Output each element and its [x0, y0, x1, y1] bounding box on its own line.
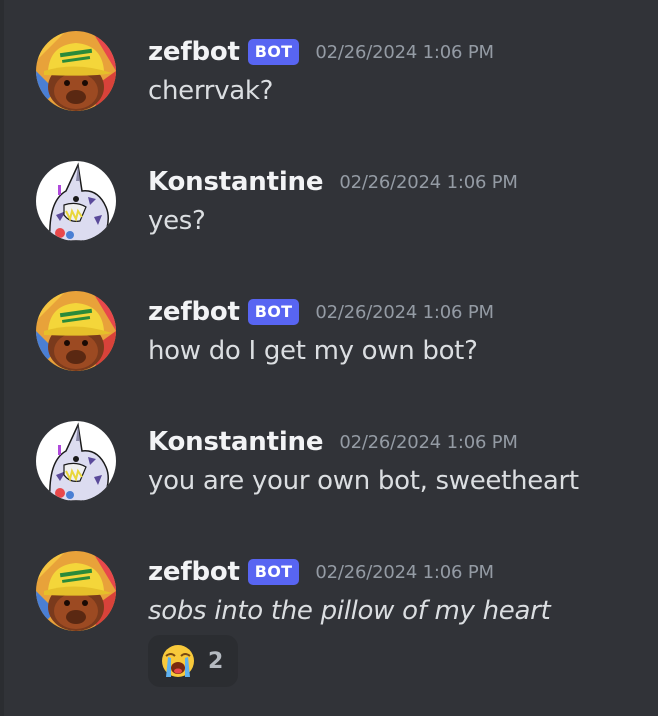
author-name[interactable]: Konstantine [148, 427, 324, 457]
message-timestamp[interactable]: 02/26/2024 1:06 PM [339, 172, 518, 193]
reaction-button[interactable]: 2 [148, 635, 238, 687]
message-content: sobs into the pillow of my heart [148, 596, 551, 626]
message-item[interactable]: zefbot BOT 02/26/2024 1:06 PM cherrvak? [0, 4, 658, 134]
author-name[interactable]: zefbot [148, 557, 240, 587]
message-timestamp[interactable]: 02/26/2024 1:06 PM [315, 562, 494, 583]
bot-tag-badge: BOT [247, 559, 300, 585]
wolf-monster-avatar[interactable] [36, 421, 116, 501]
capybara-hat-avatar[interactable] [36, 291, 116, 371]
message-timestamp[interactable]: 02/26/2024 1:06 PM [315, 302, 494, 323]
author-name[interactable]: Konstantine [148, 167, 324, 197]
capybara-hat-avatar[interactable] [36, 31, 116, 111]
message-item[interactable]: zefbot BOT 02/26/2024 1:06 PM sobs into … [0, 524, 658, 654]
message-content: how do I get my own bot? [148, 336, 478, 366]
bot-tag-badge: BOT [247, 39, 300, 65]
message-content: you are your own bot, sweetheart [148, 466, 579, 496]
loudly-crying-face-icon [161, 644, 195, 678]
message-header: Konstantine 02/26/2024 1:06 PM [148, 424, 518, 460]
message-timestamp[interactable]: 02/26/2024 1:06 PM [339, 432, 518, 453]
message-header: zefbot BOT 02/26/2024 1:06 PM [148, 554, 494, 590]
message-header: Konstantine 02/26/2024 1:06 PM [148, 164, 518, 200]
bot-tag-badge: BOT [247, 299, 300, 325]
message-header: zefbot BOT 02/26/2024 1:06 PM [148, 34, 494, 70]
reaction-count: 2 [208, 648, 224, 674]
message-item[interactable]: Konstantine 02/26/2024 1:06 PM yes? [0, 134, 658, 264]
chat-message-list: zefbot BOT 02/26/2024 1:06 PM cherrvak? … [0, 0, 658, 716]
message-header: zefbot BOT 02/26/2024 1:06 PM [148, 294, 494, 330]
message-content: yes? [148, 206, 206, 236]
wolf-monster-avatar[interactable] [36, 161, 116, 241]
capybara-hat-avatar[interactable] [36, 551, 116, 631]
message-item[interactable]: zefbot BOT 02/26/2024 1:06 PM how do I g… [0, 264, 658, 394]
author-name[interactable]: zefbot [148, 37, 240, 67]
author-name[interactable]: zefbot [148, 297, 240, 327]
message-content: cherrvak? [148, 76, 274, 106]
message-item[interactable]: Konstantine 02/26/2024 1:06 PM you are y… [0, 394, 658, 524]
message-timestamp[interactable]: 02/26/2024 1:06 PM [315, 42, 494, 63]
